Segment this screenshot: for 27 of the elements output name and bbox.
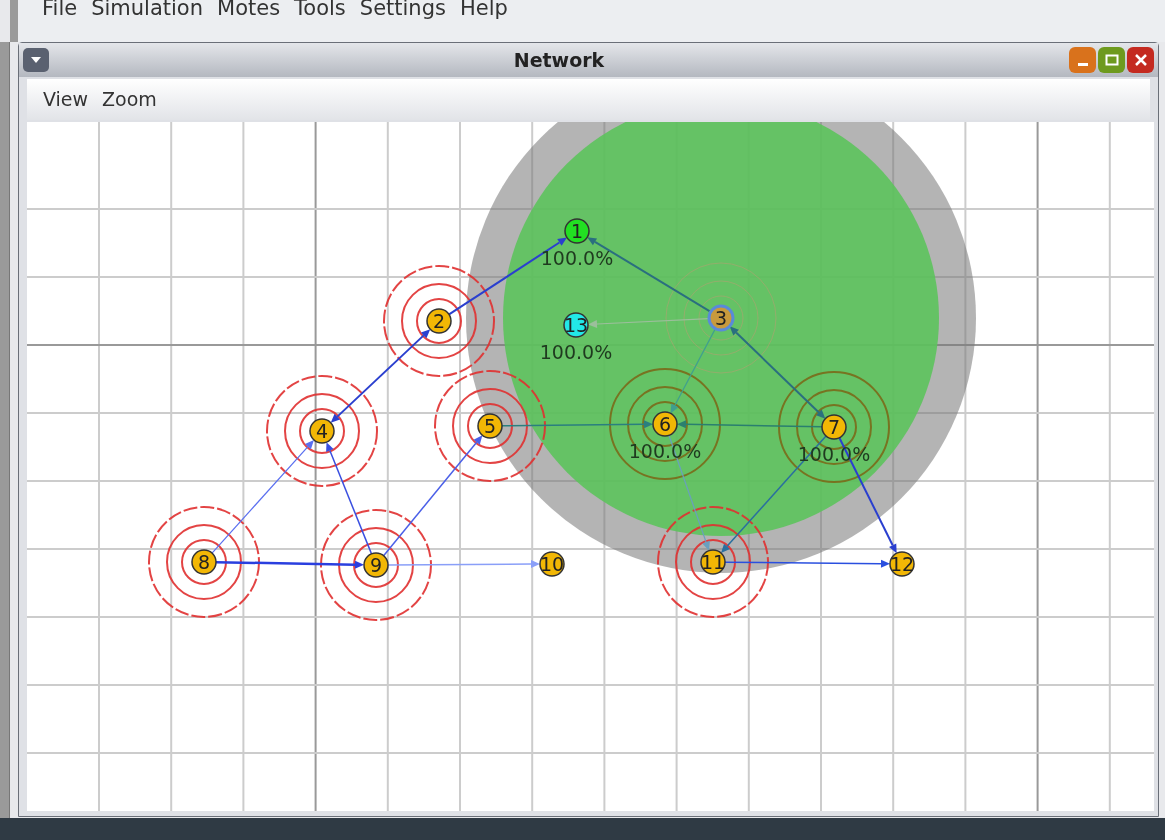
mote-node[interactable]: 3 <box>707 304 735 332</box>
percent-label: 100.0% <box>539 341 613 363</box>
mote-node[interactable]: 13 <box>563 312 589 338</box>
close-icon <box>1134 54 1147 66</box>
mote-node[interactable]: 9 <box>363 552 389 578</box>
mote-node[interactable]: 2 <box>426 308 452 334</box>
maximize-icon <box>1104 54 1119 66</box>
close-button[interactable] <box>1127 47 1154 73</box>
menu-item[interactable]: Zoom <box>102 85 157 114</box>
mote-node[interactable]: 4 <box>309 418 335 444</box>
minimize-button[interactable] <box>1069 47 1096 73</box>
mote-node[interactable]: 6 <box>652 411 678 437</box>
mote-node[interactable]: 8 <box>191 549 217 575</box>
maximize-button[interactable] <box>1098 47 1125 73</box>
mote-node[interactable]: 11 <box>700 549 726 575</box>
mote-node[interactable]: 12 <box>889 551 915 577</box>
mote-node[interactable]: 7 <box>821 414 847 440</box>
dropdown-icon <box>30 56 42 64</box>
mote-node[interactable]: 1 <box>564 218 590 244</box>
menu-item[interactable]: View <box>43 85 89 114</box>
window-title: Network <box>512 47 606 73</box>
mote-node[interactable]: 5 <box>477 413 503 439</box>
percent-label: 100.0% <box>540 247 614 269</box>
mote-node[interactable]: 10 <box>539 551 565 577</box>
minimize-icon <box>1077 62 1088 66</box>
menu-item[interactable]: Motes <box>217 0 281 19</box>
window-menu-button[interactable] <box>23 48 49 72</box>
